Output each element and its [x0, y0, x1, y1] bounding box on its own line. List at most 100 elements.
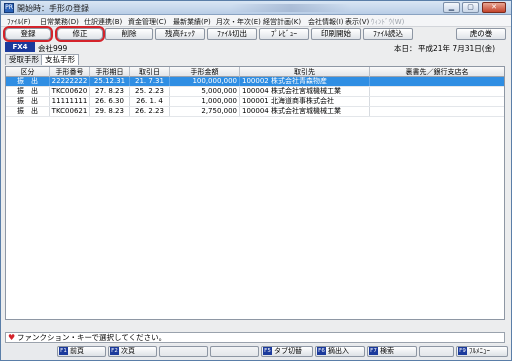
cell-partner: 100001 北海道商事株式会社	[240, 97, 370, 106]
close-button[interactable]: ✕	[482, 2, 506, 13]
function-key-bar: F1 前頁 F2 次頁 F5 タブ切替 F6 摘出入 F7 検索 F9 ﾌﾙﾒﾆｭｰ	[1, 344, 511, 360]
register-button[interactable]: 登録	[3, 26, 53, 42]
today-date: 平成21年 7月31日(金)	[418, 44, 496, 53]
cell-amount: 1,000,000	[170, 97, 240, 106]
cell-amount: 5,000,000	[170, 87, 240, 96]
cell-amount: 100,000,000	[170, 77, 240, 86]
cell-number: TKC00621	[50, 107, 90, 116]
f7-label: 検索	[380, 347, 394, 355]
menu-file[interactable]: ﾌｧｲﾙ(F)	[7, 17, 31, 27]
row-divider	[6, 116, 504, 117]
f9-full-menu-button[interactable]: F9 ﾌﾙﾒﾆｭｰ	[456, 346, 508, 357]
maximize-button[interactable]: ▢	[462, 2, 479, 13]
cell-number: 11111111	[50, 97, 90, 106]
cell-due-date: 29. 8.23	[90, 107, 130, 116]
cell-trade-date: 25. 2.23	[130, 87, 170, 96]
cell-trade-date: 26. 2.23	[130, 107, 170, 116]
column-header-amount[interactable]: 手形金額	[170, 67, 240, 77]
menu-daily[interactable]: 日常業務(D)	[40, 17, 79, 27]
toolbar: 登録 修正 削除 残高ﾁｪｯｸ ﾌｧｲﾙ切出 ﾌﾟﾚﾋﾞｭｰ 印刷開始 ﾌｧｲﾙ…	[1, 26, 511, 42]
column-header-trade-date[interactable]: 取引日	[130, 67, 170, 77]
minimize-icon: ▁	[448, 3, 455, 11]
f5-tab-switch-button[interactable]: F5 タブ切替	[261, 346, 313, 357]
today-label: 本日：	[394, 44, 417, 53]
preview-button[interactable]: ﾌﾟﾚﾋﾞｭｰ	[259, 28, 309, 40]
fx-badge: FX4	[5, 42, 35, 52]
f5-key-icon: F5	[263, 347, 272, 355]
menu-bar: ﾌｧｲﾙ(F) 日常業務(D) 仕訳連携(B) 資金管理(C) 最新業績(P) …	[1, 15, 511, 27]
cell-due-date: 25.12.31	[90, 77, 130, 86]
tab-payable-bills[interactable]: 支払手形	[41, 54, 79, 65]
table-row[interactable]: 振 出 TKC00620 27. 8.23 25. 2.23 5,000,000…	[6, 87, 504, 96]
title-bar[interactable]: PR 開始時：手形の登録 ▁ ▢ ✕	[1, 1, 511, 15]
app-icon: PR	[4, 3, 14, 13]
menu-monthly-yearly[interactable]: 月次・年次(E)	[216, 17, 261, 27]
bills-table[interactable]: 区分 手形番号 手形期日 取引日 手形金額 取引先 裏書先／銀行支店名 振 出 …	[5, 66, 505, 320]
cell-endorsement	[370, 87, 504, 96]
cell-amount: 2,750,000	[170, 107, 240, 116]
f2-next-page-button[interactable]: F2 次頁	[108, 346, 157, 357]
f9-label: ﾌﾙﾒﾆｭｰ	[469, 347, 490, 355]
cell-endorsement	[370, 77, 504, 86]
window-title: 開始時：手形の登録	[17, 4, 89, 13]
cell-due-date: 26. 6.30	[90, 97, 130, 106]
menu-company-info[interactable]: 会社情報(I)	[308, 17, 344, 27]
cell-partner: 100004 株式会社宮城機械工業	[240, 87, 370, 96]
file-export-button[interactable]: ﾌｧｲﾙ切出	[207, 28, 257, 40]
f3-empty-key	[159, 346, 208, 357]
f9-key-icon: F9	[458, 347, 467, 355]
menu-funds[interactable]: 資金管理(C)	[128, 17, 166, 27]
f2-label: 次頁	[121, 347, 135, 355]
status-message: ファンクション・キーで選択してください。	[17, 333, 167, 342]
f4-empty-key	[210, 346, 259, 357]
column-header-endorsement[interactable]: 裏書先／銀行支店名	[370, 67, 504, 77]
cell-kubun: 振 出	[6, 107, 50, 116]
cell-number: TKC00620	[50, 87, 90, 96]
column-header-due-date[interactable]: 手形期日	[90, 67, 130, 77]
cell-kubun: 振 出	[6, 87, 50, 96]
table-row[interactable]: 振 出 TKC00621 29. 8.23 26. 2.23 2,750,000…	[6, 107, 504, 116]
cell-due-date: 27. 8.23	[90, 87, 130, 96]
cell-partner: 100004 株式会社宮城機械工業	[240, 107, 370, 116]
tora-no-maki-button[interactable]: 虎の巻	[456, 28, 506, 40]
cell-endorsement	[370, 97, 504, 106]
cell-kubun: 振 出	[6, 77, 50, 86]
table-header: 区分 手形番号 手形期日 取引日 手形金額 取引先 裏書先／銀行支店名	[6, 67, 504, 77]
menu-performance[interactable]: 最新業績(P)	[173, 17, 211, 27]
column-header-partner[interactable]: 取引先	[240, 67, 370, 77]
company-info-row: FX4 会社999 本日： 平成21年 7月31日(金)	[1, 42, 511, 53]
table-row[interactable]: 振 出 11111111 26. 6.30 26. 1. 4 1,000,000…	[6, 97, 504, 106]
column-header-kubun[interactable]: 区分	[6, 67, 50, 77]
company-name: 会社999	[38, 44, 68, 53]
status-bar: ♥ ファンクション・キーで選択してください。	[5, 332, 505, 343]
menu-window: ｳｨﾝﾄﾞｳ(W)	[371, 18, 405, 26]
cell-kubun: 振 出	[6, 97, 50, 106]
menu-view[interactable]: 表示(V)	[345, 17, 369, 27]
minimize-button[interactable]: ▁	[443, 2, 460, 13]
column-header-number[interactable]: 手形番号	[50, 67, 90, 77]
cell-partner: 100002 株式会社青森物産	[240, 77, 370, 86]
f7-search-button[interactable]: F7 検索	[367, 346, 417, 357]
table-row[interactable]: 振 出 22222222 25.12.31 21. 7.31 100,000,0…	[6, 77, 504, 86]
f6-label: 摘出入	[328, 347, 349, 355]
f1-label: 前頁	[70, 347, 84, 355]
tab-receivable-bills[interactable]: 受取手形	[5, 54, 43, 65]
f2-key-icon: F2	[110, 347, 119, 355]
f7-key-icon: F7	[369, 347, 378, 355]
menu-business-plan[interactable]: 経営計画(K)	[263, 17, 301, 27]
cell-endorsement	[370, 107, 504, 116]
balance-check-button[interactable]: 残高ﾁｪｯｸ	[155, 28, 205, 40]
f1-key-icon: F1	[59, 347, 68, 355]
f1-prev-page-button[interactable]: F1 前頁	[57, 346, 106, 357]
title-bar-blur	[231, 4, 351, 12]
f6-extract-button[interactable]: F6 摘出入	[315, 346, 365, 357]
modify-button[interactable]: 修正	[55, 26, 105, 42]
delete-button[interactable]: 削除	[105, 28, 153, 40]
application-window: PR 開始時：手形の登録 ▁ ▢ ✕ ﾌｧｲﾙ(F) 日常業務(D) 仕訳連携(…	[0, 0, 512, 361]
file-import-button[interactable]: ﾌｧｲﾙ読込	[363, 28, 413, 40]
f5-label: タブ切替	[274, 347, 302, 355]
print-start-button[interactable]: 印刷開始	[311, 28, 361, 40]
f6-key-icon: F6	[317, 347, 326, 355]
menu-journal-link[interactable]: 仕訳連携(B)	[84, 17, 122, 27]
cell-trade-date: 21. 7.31	[130, 77, 170, 86]
